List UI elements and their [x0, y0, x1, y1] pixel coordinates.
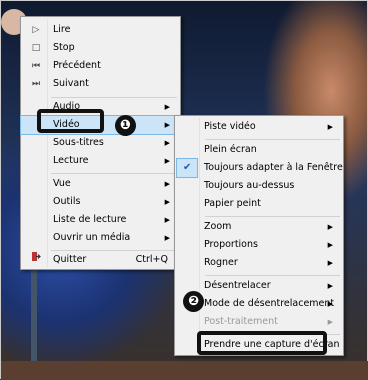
- submenu-item-zoom[interactable]: Zoom ▶: [175, 218, 343, 236]
- submenu-item-post-processing: Post-traitement ▶: [175, 313, 343, 331]
- menu-item-open-media[interactable]: Ouvrir un média ▶: [21, 229, 180, 247]
- menu-item-video[interactable]: Vidéo ▶: [20, 115, 181, 135]
- submenu-arrow-icon: ▶: [164, 139, 170, 147]
- submenu-arrow-icon: ▶: [327, 259, 333, 267]
- menu-item-play[interactable]: ▷ Lire: [21, 21, 180, 39]
- submenu-item-deinterlace[interactable]: Désentrelacer ▶: [175, 277, 343, 295]
- submenu-item-wallpaper[interactable]: Papier peint: [175, 195, 343, 213]
- submenu-item-crop[interactable]: Rogner ▶: [175, 254, 343, 272]
- menu-item-view[interactable]: Vue ▶: [21, 175, 180, 193]
- menu-item-next[interactable]: ⏭ Suivant: [21, 75, 180, 93]
- context-menu: ▷ Lire □ Stop ⏮ Précédent ⏭ Suivant Audi…: [20, 16, 181, 270]
- submenu-arrow-icon: ▶: [164, 157, 170, 165]
- submenu-item-aspect-ratio[interactable]: Proportions ▶: [175, 236, 343, 254]
- submenu-item-fullscreen[interactable]: Plein écran: [175, 141, 343, 159]
- menu-item-tools[interactable]: Outils ▶: [21, 193, 180, 211]
- submenu-item-take-snapshot[interactable]: Prendre une capture d'écran: [175, 336, 343, 354]
- menu-separator: [51, 173, 177, 174]
- submenu-arrow-icon: ▶: [164, 216, 170, 224]
- menu-item-playback[interactable]: Lecture ▶: [21, 152, 180, 170]
- menu-item-playlist[interactable]: Liste de lecture ▶: [21, 211, 180, 229]
- check-area: ✔: [176, 158, 198, 178]
- submenu-arrow-icon: ▶: [164, 198, 170, 206]
- submenu-arrow-icon: ▶: [327, 282, 333, 290]
- submenu-arrow-icon: ▶: [327, 300, 333, 308]
- background-band: [1, 361, 368, 380]
- play-icon: ▷: [32, 25, 40, 35]
- menu-item-subtitles[interactable]: Sous-titres ▶: [21, 134, 180, 152]
- submenu-arrow-icon: ▶: [327, 241, 333, 249]
- menu-item-stop[interactable]: □ Stop: [21, 39, 180, 57]
- submenu-arrow-icon: ▶: [164, 103, 170, 111]
- shortcut-label: Ctrl+Q: [135, 254, 168, 265]
- menu-item-audio[interactable]: Audio ▶: [21, 98, 180, 116]
- next-icon: ⏭: [31, 79, 41, 89]
- stop-icon: □: [31, 43, 41, 53]
- submenu-arrow-icon: ▶: [164, 121, 170, 129]
- menu-separator: [205, 139, 340, 140]
- menu-separator: [205, 275, 340, 276]
- submenu-arrow-icon: ▶: [164, 234, 170, 242]
- menu-item-quit[interactable]: Quitter Ctrl+Q: [21, 251, 180, 269]
- submenu-item-fit-window[interactable]: ✔ Toujours adapter à la Fenêtre: [175, 158, 343, 178]
- submenu-arrow-icon: ▶: [327, 318, 333, 326]
- previous-icon: ⏮: [31, 61, 41, 71]
- submenu-item-video-track[interactable]: Piste vidéo ▶: [175, 118, 343, 136]
- menu-item-previous[interactable]: ⏮ Précédent: [21, 57, 180, 75]
- submenu-arrow-icon: ▶: [164, 180, 170, 188]
- menu-separator: [205, 216, 340, 217]
- submenu-arrow-icon: ▶: [327, 223, 333, 231]
- quit-icon: [29, 251, 43, 269]
- submenu-arrow-icon: ▶: [327, 123, 333, 131]
- checkmark-icon: ✔: [183, 162, 192, 173]
- submenu-item-always-on-top[interactable]: Toujours au-dessus: [175, 177, 343, 195]
- menu-separator: [205, 334, 340, 335]
- video-submenu: Piste vidéo ▶ Plein écran ✔ Toujours ada…: [174, 115, 344, 356]
- step-badge-2: ❷: [183, 291, 204, 312]
- step-badge-1: ❶: [115, 115, 136, 136]
